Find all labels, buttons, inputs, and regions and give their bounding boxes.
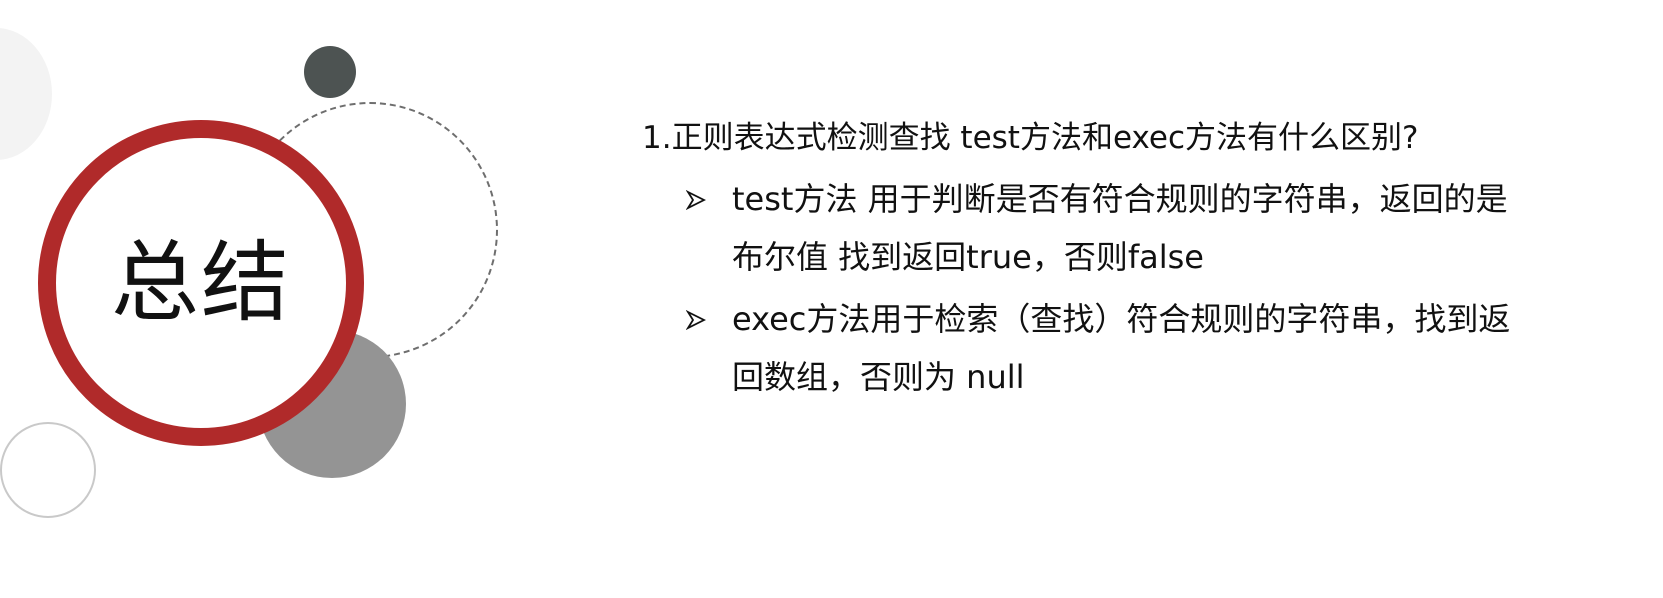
bullet-text: exec方法用于检索（查找）符合规则的字符串，找到返回数组，否则为 null (732, 300, 1511, 396)
bullet-item-exec: exec方法用于检索（查找）符合规则的字符串，找到返回数组，否则为 null (642, 290, 1528, 406)
slide-title: 总结 (110, 231, 291, 334)
title-ring: 总结 (38, 120, 364, 446)
arrow-bullet-icon (686, 190, 706, 210)
decorative-outline-circle (0, 422, 96, 518)
decorative-dark-circle (304, 46, 356, 98)
bullet-item-test: test方法 用于判断是否有符合规则的字符串，返回的是布尔值 找到返回true，… (642, 170, 1528, 286)
arrow-bullet-icon (686, 310, 706, 330)
decorative-light-circle (0, 28, 52, 160)
slide: 总结 1.正则表达式检测查找 test方法和exec方法有什么区别? test方… (0, 0, 1663, 598)
question-text: 1.正则表达式检测查找 test方法和exec方法有什么区别? (642, 120, 1419, 156)
content-area: 1.正则表达式检测查找 test方法和exec方法有什么区别? test方法 用… (642, 112, 1542, 410)
bullet-text: test方法 用于判断是否有符合规则的字符串，返回的是布尔值 找到返回true，… (732, 180, 1508, 276)
